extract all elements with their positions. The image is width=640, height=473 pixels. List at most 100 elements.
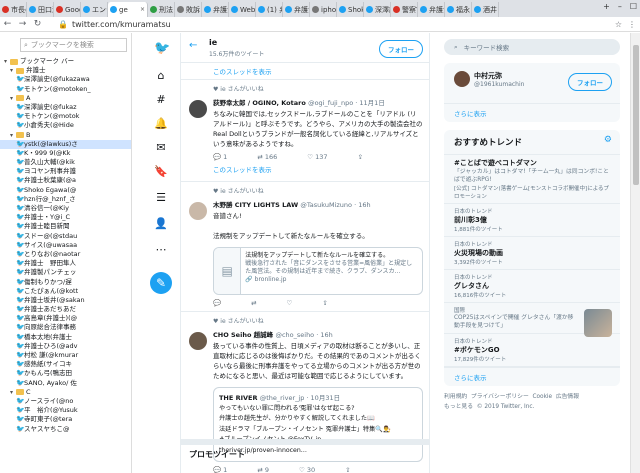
twitter-logo-icon[interactable]: 🐦 bbox=[154, 41, 170, 56]
browser-tab[interactable]: Google bbox=[54, 2, 81, 17]
bookmarks-icon[interactable]: 🔖 bbox=[154, 165, 168, 178]
footer-link[interactable]: Cookie bbox=[532, 394, 552, 400]
footer-link[interactable]: もっと見る bbox=[444, 404, 473, 410]
browser-tab[interactable]: WebC bbox=[229, 2, 256, 17]
bookmark-item[interactable]: 🐦 こたぴぁん(@kott bbox=[0, 287, 131, 296]
retweet-button[interactable]: ⇄ 9 bbox=[257, 466, 269, 473]
footer-link[interactable]: 広告情報 bbox=[556, 394, 579, 400]
maximize-button[interactable]: ☐ bbox=[630, 2, 637, 11]
browser-tab[interactable]: 弁護士 bbox=[418, 2, 445, 17]
tweet-author[interactable]: 木野勝 CITY LIGHTS LAW @TasukuMizuno · 16h bbox=[213, 199, 423, 209]
back-arrow-icon[interactable]: ← bbox=[189, 40, 197, 51]
explore-hash-icon[interactable]: # bbox=[154, 93, 168, 106]
avatar[interactable] bbox=[189, 100, 207, 118]
messages-envelope-icon[interactable]: ✉ bbox=[154, 141, 168, 154]
bookmark-item[interactable]: 🐦 弁護士 野田隼人 bbox=[0, 259, 131, 268]
reply-button[interactable]: 💬 1 bbox=[213, 153, 227, 161]
bookmark-search-input[interactable]: ⌕ ブックマークを検索 bbox=[20, 38, 127, 52]
bookmark-item[interactable]: 🐦 小倉秀夫(@Hide bbox=[0, 121, 131, 130]
bookmark-item[interactable]: 🐦 Shoko Egawa(@ bbox=[0, 186, 131, 195]
trend-item[interactable]: 日本のトレンド 火災現場の動画 3,392件のツイート bbox=[444, 237, 620, 270]
bookmark-folder[interactable]: ▾ B bbox=[0, 131, 131, 140]
like-button[interactable]: ♡ bbox=[287, 299, 293, 307]
back-icon[interactable]: ← bbox=[3, 19, 12, 29]
trend-item[interactable]: 日本のトレンド #ボケモンGO 17,829件のツイート bbox=[444, 334, 620, 367]
show-more-link[interactable]: さらに表示 bbox=[444, 367, 620, 386]
trend-item[interactable]: #ことばで遊べコトダマン 「ジャッカル」はコトダマ!「チーム一丸」は同コンボ!こと… bbox=[444, 155, 620, 204]
browser-tab[interactable]: 警察官 bbox=[391, 2, 418, 17]
gear-icon[interactable]: ⚙ bbox=[604, 135, 612, 145]
close-tab-icon[interactable]: × bbox=[140, 6, 145, 13]
trend-item[interactable]: 日本のトレンド グレタさん 16,816件のツイート bbox=[444, 270, 620, 303]
bookmark-item[interactable]: 🐦 モトケン(@motoken_ bbox=[0, 85, 131, 94]
twitter-search-input[interactable]: ⌕ キーワード検索 bbox=[444, 39, 620, 55]
browser-tab[interactable]: エンジ bbox=[81, 2, 108, 17]
browser-tab[interactable]: 田口渉 bbox=[27, 2, 54, 17]
bookmark-item[interactable]: 🐦 村松 謙(@kmurar bbox=[0, 351, 131, 360]
retweet-button[interactable]: ⇄ 166 bbox=[257, 153, 277, 161]
bookmark-item[interactable]: 🐦 ヨコヤン刑事弁護 bbox=[0, 167, 131, 176]
bookmark-item[interactable]: 🐦 感熱紙(サイコキ bbox=[0, 360, 131, 369]
bookmark-folder[interactable]: ▾ A bbox=[0, 94, 131, 103]
home-icon[interactable]: ⌂ bbox=[154, 69, 168, 82]
bookmark-item[interactable]: 🐦 サイス(@uwasaa bbox=[0, 241, 131, 250]
compose-tweet-button[interactable]: ✎ bbox=[150, 272, 172, 294]
avatar[interactable] bbox=[189, 202, 207, 220]
bookmark-item[interactable]: 🐦 スドー@(@stdau bbox=[0, 232, 131, 241]
page-scrollbar[interactable] bbox=[630, 33, 640, 473]
bookmark-item[interactable]: 🐦 深澤諭史(@fukazawa bbox=[0, 75, 131, 84]
bookmark-item[interactable]: 🐦 弁護士あだちあだ bbox=[0, 305, 131, 314]
tweet[interactable]: ♥ ie さんがいいね 木野勝 CITY LIGHTS LAW @TasukuM… bbox=[181, 181, 429, 311]
browser-tab[interactable]: Shoko bbox=[337, 2, 364, 17]
bookmark-item[interactable]: 🐦 モトケン(@motok bbox=[0, 112, 131, 121]
share-icon[interactable]: ⇪ bbox=[358, 153, 363, 161]
bookmark-item[interactable]: 🐦 弁護士坂井(@sakan bbox=[0, 296, 131, 305]
retweet-button[interactable]: ⇄ bbox=[251, 299, 256, 307]
bookmark-item[interactable]: 🐦 橋本太地(弁護士 bbox=[0, 333, 131, 342]
scroll-thumb[interactable] bbox=[633, 45, 639, 185]
avatar[interactable] bbox=[454, 71, 470, 87]
browser-tab[interactable]: 福永 bbox=[445, 2, 472, 17]
browser-tab[interactable]: 酒井 bbox=[472, 2, 499, 17]
bookmark-item[interactable]: 🐦 弁護士・Y@i_C bbox=[0, 213, 131, 222]
footer-link[interactable]: プライバシーポリシー bbox=[471, 394, 529, 400]
notifications-bell-icon[interactable]: 🔔 bbox=[154, 117, 168, 130]
like-button[interactable]: ♡ 137 bbox=[307, 153, 327, 161]
browser-tab[interactable]: 敗訴 bbox=[175, 2, 202, 17]
tweet[interactable]: ♥ ie さんがいいね 荻野幸太郎 / OGINO, Kotaro @ogi_f… bbox=[181, 79, 429, 181]
suggested-user[interactable]: 中村元弥 @1961kumachin フォロー bbox=[444, 63, 620, 103]
forward-icon[interactable]: → bbox=[18, 19, 27, 29]
browser-tab[interactable]: 市長の bbox=[0, 2, 27, 17]
bookmark-item[interactable]: 🐦 ノースライ(@no bbox=[0, 397, 131, 406]
bookmark-item[interactable]: 🐦 SANO, Ayako/ 佐 bbox=[0, 379, 131, 388]
trend-item[interactable]: 日本のトレンド 前川彰3億 1,881件のツイート bbox=[444, 204, 620, 237]
profile-icon[interactable]: 👤 bbox=[154, 217, 168, 230]
bookmark-item[interactable]: 🐦 弁護士睦目新聞 bbox=[0, 222, 131, 231]
bookmark-item[interactable]: 🐦 弁護士ひろ(@adv bbox=[0, 342, 131, 351]
menu-icon[interactable]: ⋮ bbox=[628, 20, 636, 29]
bookmark-item[interactable]: 🐦 向原総合法律事務 bbox=[0, 323, 131, 332]
bookmark-folder[interactable]: ▾ ブックマーク バー bbox=[0, 57, 131, 66]
bookmark-item[interactable]: 🐦 弁護士秋葉康(@a bbox=[0, 176, 131, 185]
show-thread-link[interactable]: このスレッドを表示 bbox=[181, 63, 429, 79]
browser-tab[interactable]: 弁護士 bbox=[202, 2, 229, 17]
bookmark-folder[interactable]: ▾ 弁護士 bbox=[0, 66, 131, 75]
browser-tab[interactable]: 弁護士 bbox=[283, 2, 310, 17]
follow-button[interactable]: フォロー bbox=[379, 40, 423, 58]
bookmark-item[interactable]: 🐦 とりなお(@naotar bbox=[0, 250, 131, 259]
bookmark-item[interactable]: 🐦 普久山大輔(@kik bbox=[0, 158, 131, 167]
follow-button[interactable]: フォロー bbox=[568, 73, 612, 91]
trend-item[interactable]: 国際 COP25はスペインで開催 グレタさん「渡か移動手段を見つけて」 bbox=[444, 303, 620, 337]
reply-button[interactable]: 💬 bbox=[213, 299, 221, 307]
show-thread-link[interactable]: このスレッドを表示 bbox=[213, 161, 423, 177]
bookmark-item[interactable]: 🐦 寺町東子(@tera bbox=[0, 415, 131, 424]
like-button[interactable]: ♡ 30 bbox=[299, 466, 315, 473]
share-icon[interactable]: ⇪ bbox=[345, 466, 350, 473]
bookmark-item[interactable]: 🐦 平 裕介(@Yusuk bbox=[0, 406, 131, 415]
more-icon[interactable]: ⋯ bbox=[154, 243, 168, 256]
browser-tab[interactable]: 深澤諭 bbox=[364, 2, 391, 17]
star-icon[interactable]: ☆ bbox=[615, 20, 622, 29]
show-more-link[interactable]: さらに表示 bbox=[444, 103, 620, 122]
bookmark-item[interactable]: 🐦 高島章(弁護士)(@ bbox=[0, 314, 131, 323]
new-tab-button[interactable]: + bbox=[603, 2, 610, 11]
